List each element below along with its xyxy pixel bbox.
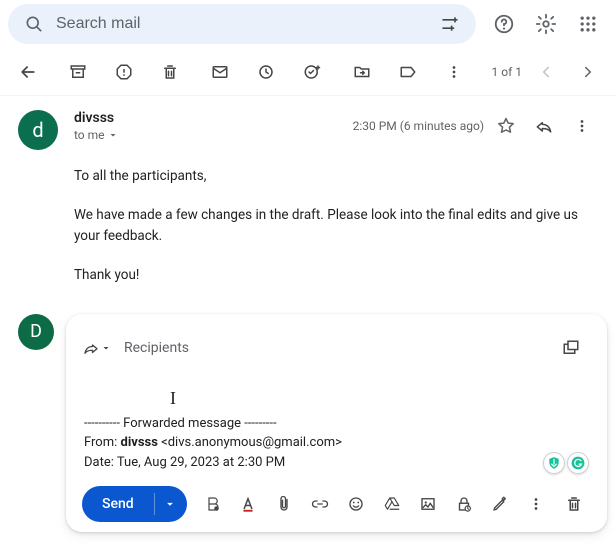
mark-unread-button[interactable] [202,54,238,90]
send-button[interactable]: Send [82,486,154,522]
text-cursor: I [170,388,176,406]
sender-avatar: d [18,110,58,150]
back-button[interactable] [10,54,46,90]
forward-from-line: From: divsss <divs.anonymous@gmail.com> [84,433,591,453]
timestamp: 2:30 PM (6 minutes ago) [353,119,484,133]
move-to-button[interactable] [344,54,380,90]
compose-more-icon[interactable] [519,487,553,521]
search-input[interactable] [56,15,436,33]
recipients-field[interactable]: Recipients [124,340,189,356]
popout-icon[interactable] [551,328,591,368]
body-paragraph: We have made a few changes in the draft.… [74,205,598,247]
archive-button[interactable] [60,54,96,90]
search-icon [20,10,48,38]
apps-icon[interactable] [568,4,608,44]
forward-date-line: Date: Tue, Aug 29, 2023 at 2:30 PM [84,453,591,473]
next-message-button[interactable] [570,54,606,90]
attach-file-icon[interactable] [267,487,301,521]
dropdown-icon [100,342,112,354]
insert-drive-icon[interactable] [375,487,409,521]
star-button[interactable] [490,110,522,142]
search-bar[interactable] [8,4,476,44]
settings-icon[interactable] [526,4,566,44]
sender-name: divsss [74,110,353,126]
confidential-mode-icon[interactable] [447,487,481,521]
compose-card: Recipients I ---------- Forwarded messag… [66,314,607,533]
email-more-icon[interactable] [566,110,598,142]
message-counter: 1 of 1 [492,65,522,79]
report-spam-button[interactable] [106,54,142,90]
forward-type-icon[interactable] [82,339,112,357]
snooze-button[interactable] [248,54,284,90]
body-paragraph: To all the participants, [74,166,598,187]
compose-body[interactable]: I ---------- Forwarded message ---------… [82,374,591,473]
discard-draft-icon[interactable] [557,487,591,521]
grammarly-icon[interactable] [567,452,589,474]
send-options-button[interactable] [155,486,187,522]
forward-divider: ---------- Forwarded message --------- [84,414,591,434]
dropdown-icon [107,129,119,141]
send-button-group: Send [82,486,187,522]
formatting-options-icon[interactable] [195,487,229,521]
compose-avatar: D [18,314,54,350]
prev-message-button[interactable] [528,54,564,90]
text-format-icon[interactable] [231,487,265,521]
search-options-icon[interactable] [436,10,464,38]
grammarly-shield-icon[interactable] [543,452,565,474]
help-icon[interactable] [484,4,524,44]
insert-link-icon[interactable] [303,487,337,521]
to-line[interactable]: to me [74,128,353,142]
add-task-button[interactable] [294,54,330,90]
insert-signature-icon[interactable] [483,487,517,521]
reply-button[interactable] [528,110,560,142]
labels-button[interactable] [390,54,426,90]
body-paragraph: Thank you! [74,265,598,286]
delete-button[interactable] [152,54,188,90]
insert-emoji-icon[interactable] [339,487,373,521]
insert-photo-icon[interactable] [411,487,445,521]
more-actions-icon[interactable] [436,54,472,90]
